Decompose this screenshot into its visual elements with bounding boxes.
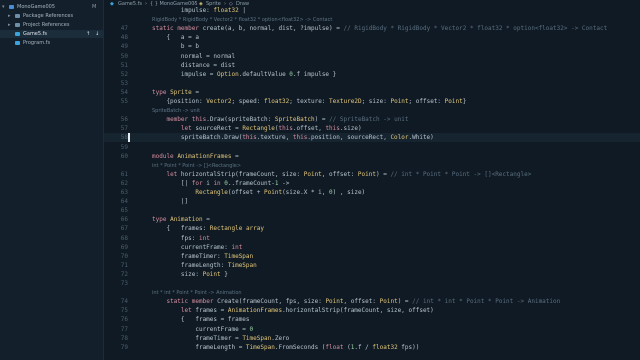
line-number: 57 [120,125,128,133]
tree-item-project[interactable]: ▾ MonoGame005 M [0,3,104,11]
project-icon [9,5,14,9]
package-icon [15,14,20,18]
line-number: 74 [120,298,128,306]
code-editor[interactable]: ◆ Game5.fs › { } MonoGame005 › ◈ Sprite … [104,0,640,360]
line-number: 49 [120,43,128,51]
code-line[interactable]: distance = dist [152,61,235,70]
cursor-gutter-marker [128,133,130,143]
line-number: 62 [120,179,128,187]
line-number: 65 [120,207,128,215]
code-line[interactable]: b = b [152,42,199,51]
code-line[interactable]: impulse = Option.defaultValue 0.f impuls… [152,70,336,79]
chevron-right-icon: › [145,1,147,7]
line-number: 78 [120,334,128,342]
line-number: 58 [120,134,128,142]
signature-codelens[interactable]: SpriteBatch -> unit [152,107,200,115]
code-line[interactable]: module AnimationFrames = [152,152,239,161]
fsharp-file-icon [15,41,20,45]
line-number: 61 [120,170,128,178]
tree-item-game5-fs[interactable]: Game5.fs ↑ ↓ [0,30,104,38]
line-number: 66 [120,216,128,224]
line-number: 72 [120,270,128,278]
move-down-button[interactable]: ↓ [95,30,99,38]
line-number: 48 [120,34,128,42]
move-up-button[interactable]: ↑ [86,30,90,38]
line-number: 59 [120,143,128,151]
line-number: 51 [120,61,128,69]
line-number: 76 [120,316,128,324]
line-number: 67 [120,225,128,233]
code-line[interactable]: fps: int [152,234,210,243]
line-number: 68 [120,234,128,242]
code-line[interactable]: Rectangle(offset + Point(size.X * i, 0) … [152,188,365,197]
signature-codelens[interactable]: RigidBody * RigidBody * Vector2 * float3… [152,16,332,24]
line-number: 47 [120,25,128,33]
chevron-right-icon[interactable]: ▸ [8,21,11,29]
code-line[interactable]: member this.Draw(spriteBatch: SpriteBatc… [152,115,408,124]
line-number: 60 [120,152,128,160]
line-number: 79 [120,343,128,351]
signature-codelens[interactable]: int * Point * Point -> []<Rectangle> [152,162,241,170]
code-line[interactable]: {position: Vector2; speed: float32; text… [152,97,466,106]
code-line[interactable]: { a = a [152,33,199,42]
code-line[interactable]: |] [152,197,188,206]
code-line[interactable]: impulse: float32 | [152,6,246,15]
tree-item-package-references[interactable]: ▸ Package References [0,12,104,20]
code-line[interactable]: static member Create(frameCount, fps, si… [152,297,560,306]
vcs-badge: M [92,4,97,10]
code-line[interactable]: let frames = AnimationFrames.horizontalS… [152,306,434,315]
breadcrumb-file[interactable]: Game5.fs [118,0,142,9]
line-number: 77 [120,325,128,333]
code-line[interactable]: type Sprite = [152,88,199,97]
code-line[interactable]: type Animation = [152,215,210,224]
solution-explorer: ▾ MonoGame005 M ▸ Package References ▸ P… [0,0,104,360]
code-line[interactable]: [| for i in 0..frameCount-1 -> [152,179,289,188]
line-number: 70 [120,252,128,260]
code-line[interactable]: frameTimer: TimeSpan [152,252,253,261]
line-number: 73 [120,280,128,287]
code-line[interactable]: currentFrame = 0 [152,325,253,334]
fsharp-file-icon: ◆ [110,1,114,7]
code-line[interactable]: { frames = frames [152,315,250,324]
fsharp-file-icon [15,32,20,36]
code-line[interactable]: frameLength: TimeSpan [152,261,257,270]
code-line[interactable]: let sourceRect = Rectangle(this.offset, … [152,124,362,133]
chevron-down-icon[interactable]: ▾ [2,3,5,11]
line-number: 64 [120,198,128,206]
tree-item-project-references[interactable]: ▸ Project References [0,21,104,29]
line-number: 55 [120,98,128,105]
line-number: 56 [120,116,128,124]
line-number: 75 [120,307,128,315]
code-line[interactable]: frameLength = TimeSpan.FromSeconds (floa… [152,343,419,352]
line-number: 54 [120,88,128,96]
code-line[interactable]: { frames: Rectangle array [152,224,264,233]
line-number: 53 [120,79,128,87]
code-line[interactable]: static member create(a, b, normal, dist,… [152,24,607,33]
code-line[interactable]: normal = normal [152,52,235,61]
code-line[interactable]: let horizontalStrip(frameCount, size: Po… [152,170,531,179]
line-number: 69 [120,243,128,251]
line-number: 50 [120,52,128,60]
chevron-right-icon[interactable]: ▸ [8,12,11,20]
line-number: 52 [120,70,128,78]
tree-item-program-fs[interactable]: Program.fs [0,39,104,47]
code-line[interactable]: size: Point } [152,270,228,279]
line-number: 71 [120,261,128,269]
signature-codelens[interactable]: int * int * Point * Point -> Animation [152,289,242,297]
reference-icon [15,23,20,27]
line-number: 63 [120,189,128,196]
code-line[interactable]: frameTimer = TimeSpan.Zero [152,334,289,343]
code-line[interactable]: currentFrame: int [152,243,242,252]
code-line[interactable]: spriteBatch.Draw(this.texture, this.posi… [152,133,434,142]
